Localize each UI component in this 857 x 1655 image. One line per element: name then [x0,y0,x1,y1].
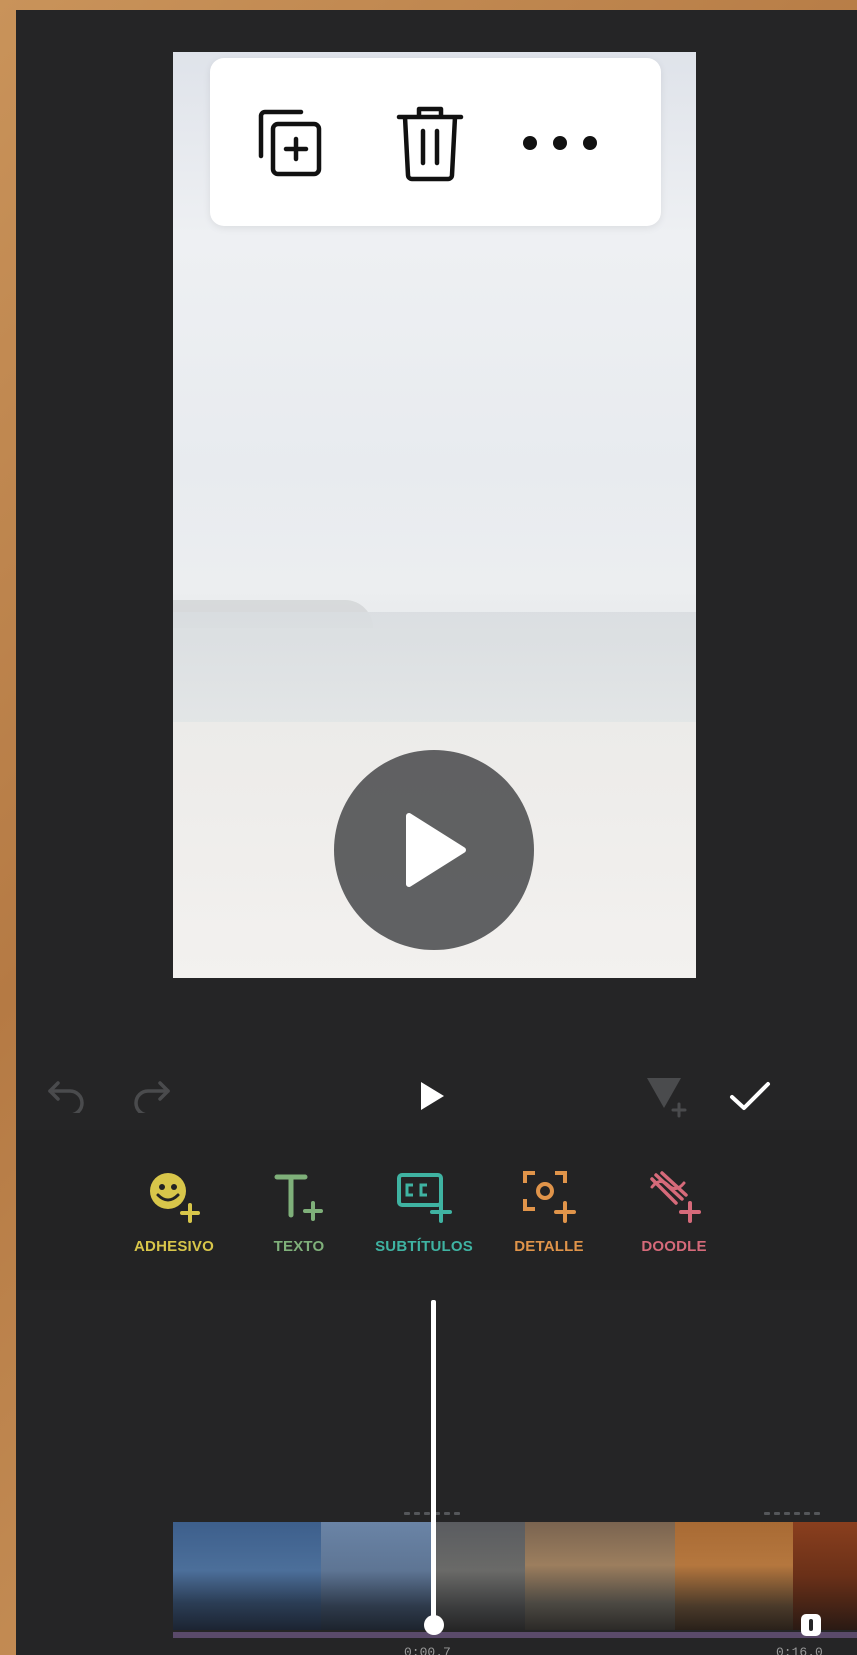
timeline-frame [173,1522,321,1630]
timeline-frame [321,1522,431,1630]
timeline-progress-track [173,1632,857,1638]
duplicate-button[interactable] [250,98,330,188]
tool-text[interactable]: TEXTO [234,1166,364,1255]
confirm-button[interactable] [722,1068,778,1124]
more-icon [523,136,597,150]
trash-icon [396,106,464,182]
tool-subtitles[interactable]: SUBTÍTULOS [359,1166,489,1255]
editor-screen: ADHESIVO TEXTO SUBTÍTULOS DETALLE DOODLE… [16,10,857,1655]
subtitles-icon [397,1173,452,1223]
redo-button[interactable] [124,1068,180,1124]
delete-button[interactable] [390,98,470,188]
more-button[interactable] [520,98,600,188]
tools-bar: ADHESIVO TEXTO SUBTÍTULOS DETALLE DOODLE [16,1130,857,1290]
tool-subtitles-label: SUBTÍTULOS [375,1238,473,1255]
play-icon [406,813,466,887]
timeline-frame [675,1522,793,1630]
undo-icon [48,1081,84,1113]
playback-controls [16,1060,857,1130]
tool-text-label: TEXTO [273,1238,325,1255]
timecode-current: 0:00.7 [404,1645,451,1655]
add-clip-icon [647,1078,687,1118]
timeline-frame [431,1522,525,1630]
detail-icon [523,1171,576,1223]
tool-detail-label: DETALLE [514,1238,584,1255]
redo-icon [134,1081,170,1113]
add-clip-button[interactable] [638,1068,694,1124]
duplicate-icon [258,109,322,177]
sticker-icon [150,1173,200,1223]
undo-button[interactable] [38,1068,94,1124]
playhead[interactable] [431,1300,436,1630]
trim-end-handle[interactable] [801,1614,821,1636]
tool-doodle-label: DOODLE [641,1238,707,1255]
tool-sticker-label: ADHESIVO [134,1238,214,1255]
play-overlay-button[interactable] [334,750,534,950]
play-icon [421,1082,444,1110]
timeline-frame [525,1522,675,1630]
text-icon [274,1174,323,1221]
clip-action-toolbar [210,58,661,226]
timecode-end: 0:16.0 [776,1645,823,1655]
playhead-handle[interactable] [424,1615,444,1635]
tool-sticker[interactable]: ADHESIVO [109,1166,239,1255]
preview-sea [173,612,696,722]
play-button[interactable] [404,1068,460,1124]
doodle-icon [650,1171,701,1223]
clip-marker-right [764,1512,820,1516]
timeline-strip[interactable] [173,1522,857,1630]
check-icon [730,1082,770,1110]
tool-detail[interactable]: DETALLE [484,1166,614,1255]
tool-doodle[interactable]: DOODLE [609,1166,739,1255]
